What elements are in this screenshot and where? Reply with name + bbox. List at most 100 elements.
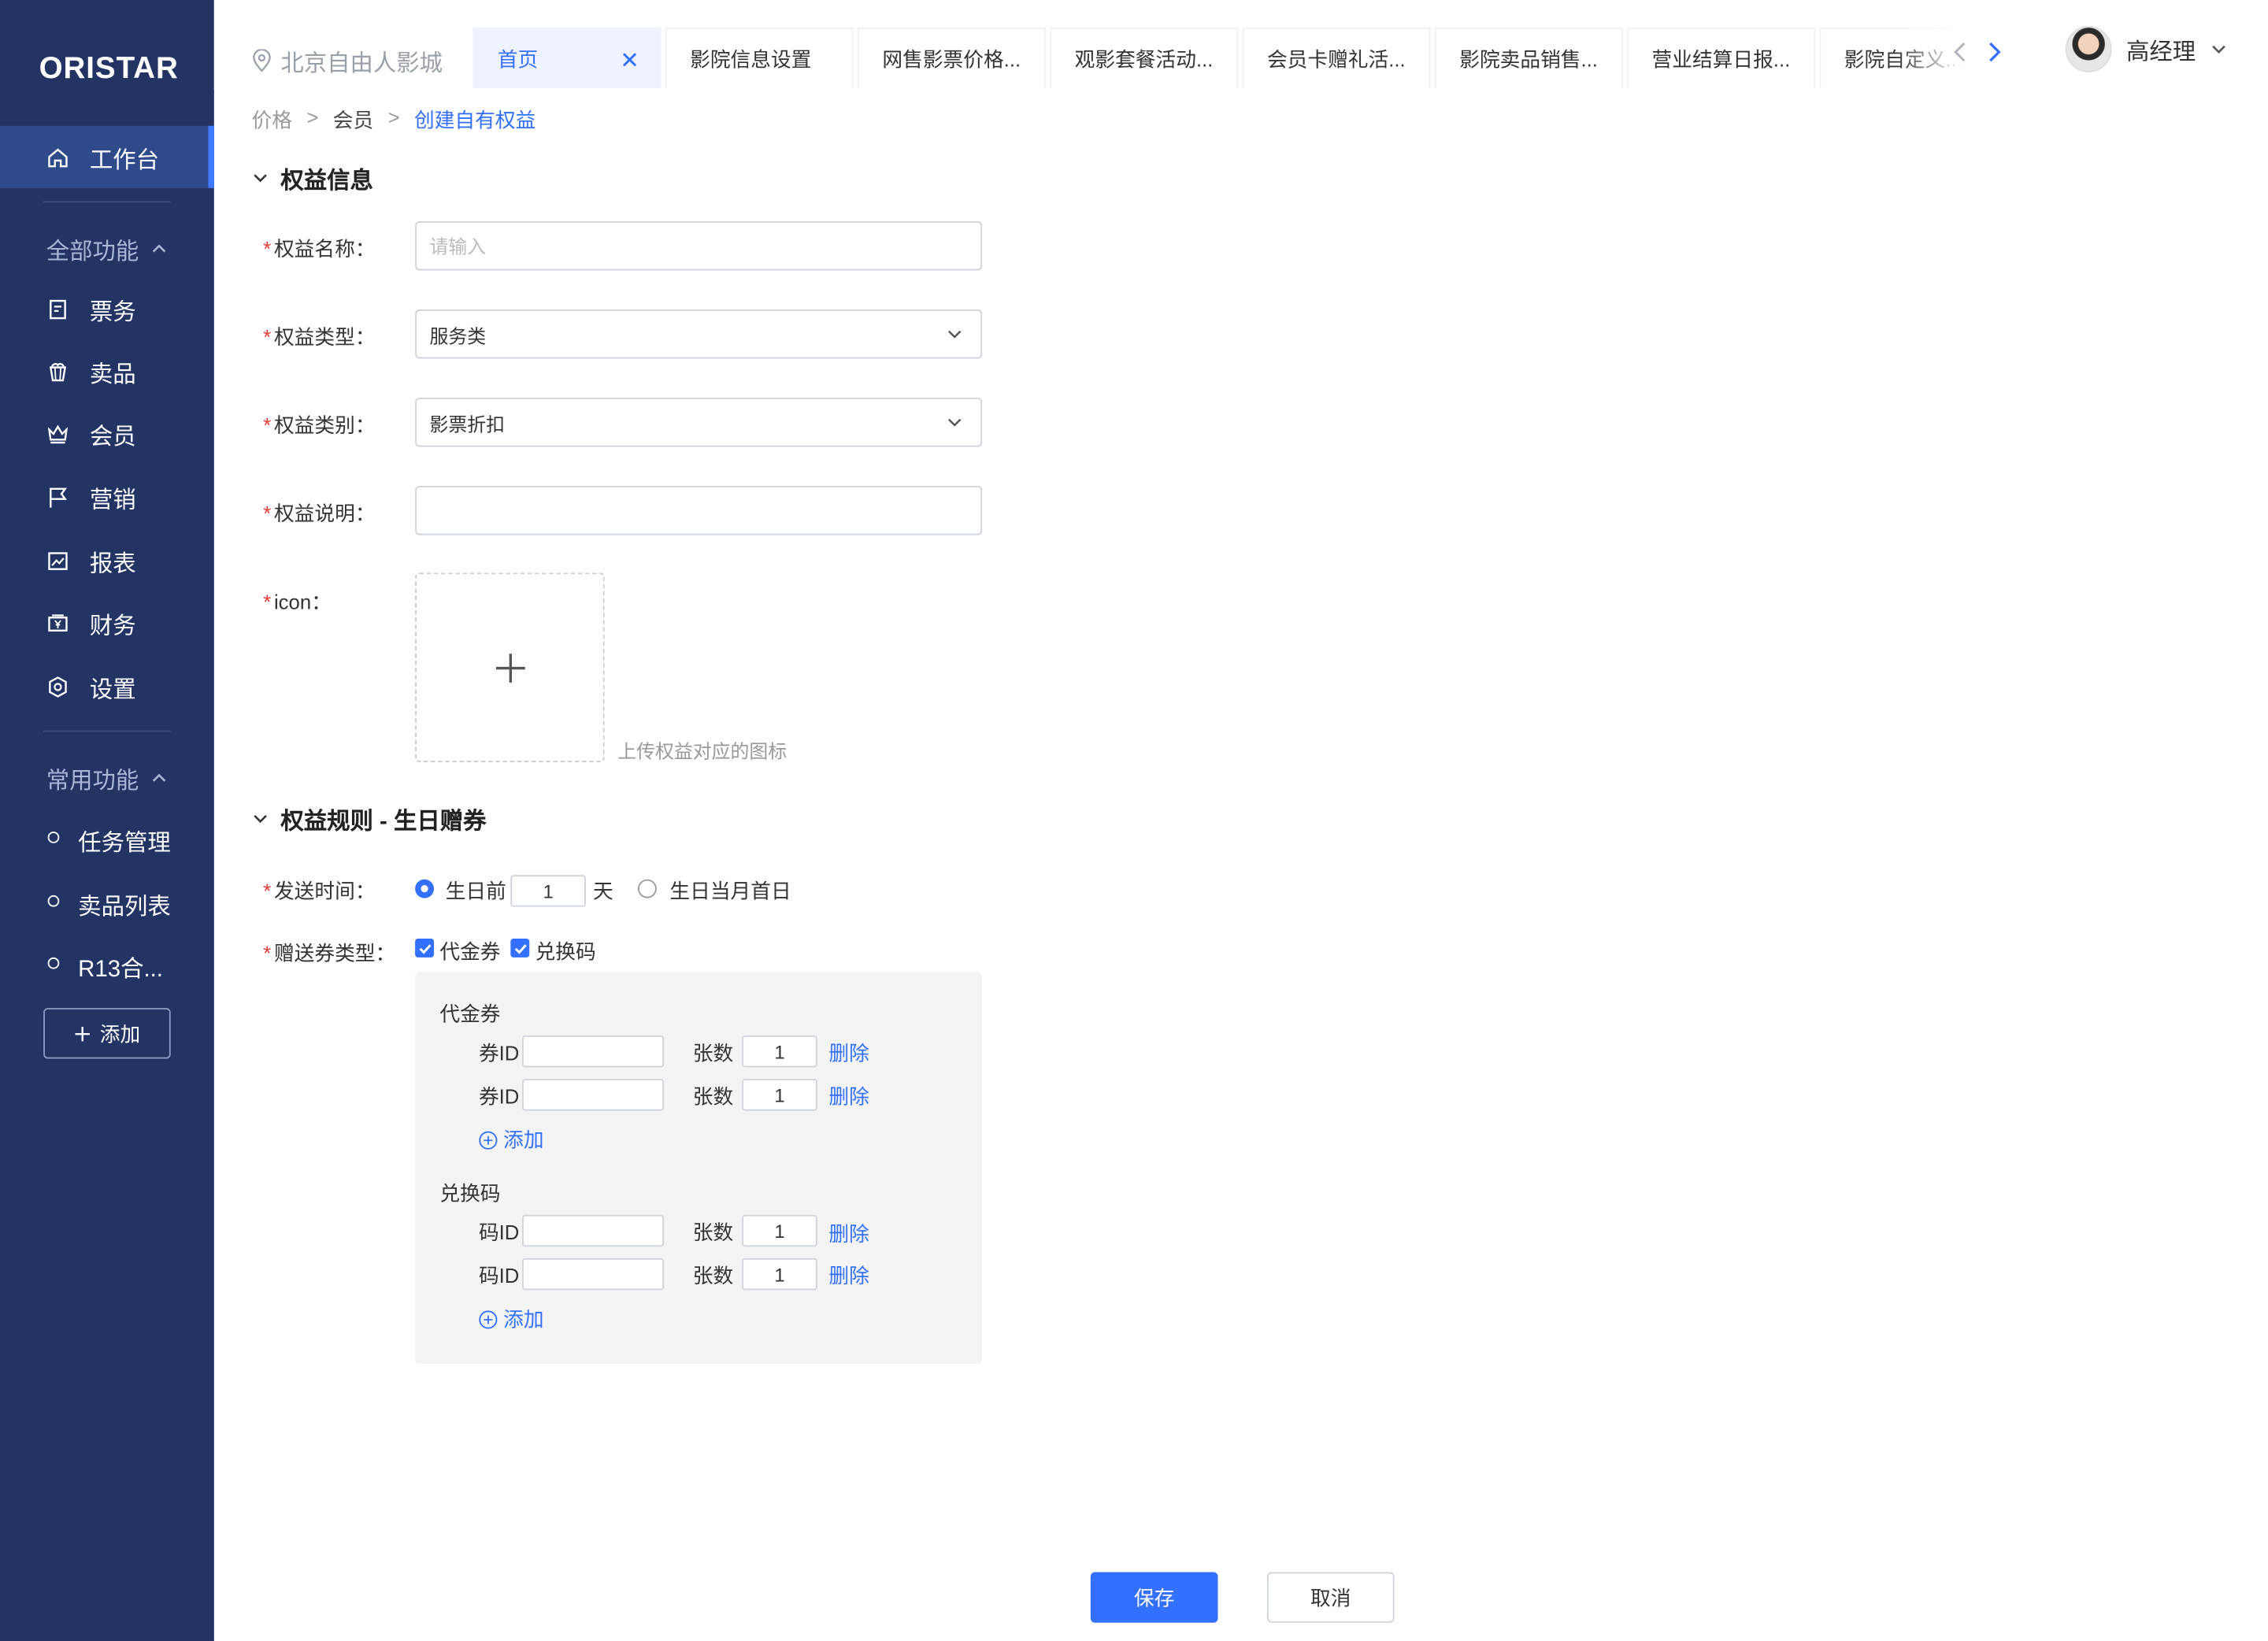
tab-cinema-info[interactable]: 影院信息设置 (665, 27, 854, 89)
voucher-option-label: 代金券 (439, 939, 501, 964)
chevron-right-icon[interactable] (1988, 40, 2002, 71)
breadcrumb-item[interactable]: 会员 (333, 106, 373, 135)
section-rules-toggle[interactable]: 权益规则 - 生日赠券 (252, 802, 487, 836)
location-pin-icon (253, 49, 271, 72)
benefit-name-input[interactable] (415, 221, 983, 271)
code-qty-label: 张数 (692, 1221, 734, 1244)
breadcrumb-current: 创建自有权益 (413, 108, 536, 132)
add-voucher-button[interactable]: 添加 (479, 1125, 544, 1154)
breadcrumb: 价格 > 会员 > 创建自有权益 (252, 106, 536, 135)
sidebar-item-settings[interactable]: 设置 (0, 661, 214, 713)
select-value: 服务类 (429, 324, 487, 346)
sidebar-item-label: 报表 (89, 552, 136, 577)
select-value: 影票折扣 (429, 413, 506, 435)
days-unit: 天 (593, 879, 613, 903)
add-favorite-button[interactable]: 添加 (43, 1008, 171, 1059)
chart-icon (46, 550, 69, 572)
tab-movie-package[interactable]: 观影套餐活动... (1050, 27, 1239, 89)
favorite-item-r13[interactable]: R13合... (78, 949, 163, 983)
first-day-label: 生日当月首日 (669, 879, 791, 903)
tab-label: 观影套餐活动... (1074, 46, 1214, 71)
sidebar-item-label: 工作台 (89, 148, 160, 173)
section-title: 权益规则 - 生日赠券 (280, 809, 487, 835)
breadcrumb-item[interactable]: 价格 (252, 106, 292, 135)
user-menu[interactable]: 高经理 (2065, 26, 2228, 72)
icon-label: * icon： (263, 590, 332, 613)
icon-upload[interactable] (415, 572, 605, 762)
sidebar-item-label: 营销 (89, 488, 136, 514)
sidebar-divider (43, 730, 171, 732)
delete-code-link[interactable]: 删除 (828, 1219, 869, 1248)
tab-daily-settlement[interactable]: 营业结算日报... (1627, 27, 1816, 89)
chevron-down-icon (948, 330, 962, 339)
close-icon[interactable]: ✕ (620, 46, 639, 76)
voucher-qty-input[interactable]: 1 (742, 1079, 817, 1111)
code-qty-input[interactable]: 1 (742, 1258, 817, 1291)
upload-hint: 上传权益对应的图标 (617, 740, 788, 762)
flag-icon (46, 486, 69, 509)
common-features-toggle[interactable]: 常用功能 (46, 761, 168, 795)
sidebar-item-label: 卖品 (89, 363, 136, 388)
sidebar-item-marketing[interactable]: 营销 (0, 472, 214, 524)
code-id-input[interactable] (522, 1258, 665, 1291)
favorite-item-task-management[interactable]: 任务管理 (78, 823, 171, 858)
voucher-qty-label: 张数 (692, 1084, 734, 1108)
favorite-item-concession-list[interactable]: 卖品列表 (78, 887, 171, 921)
delete-voucher-link[interactable]: 删除 (828, 1039, 869, 1068)
chevron-down-icon (2212, 45, 2225, 54)
sidebar-item-concessions[interactable]: 卖品 (0, 346, 214, 398)
tab-online-ticket-price[interactable]: 网售影票价格... (858, 27, 1046, 89)
oristar-logo: ORISTAR (39, 52, 179, 86)
voucher-id-input[interactable] (522, 1035, 665, 1068)
code-id-label: 码ID (478, 1221, 520, 1244)
sidebar-item-label: 设置 (89, 678, 136, 703)
cancel-button[interactable]: 取消 (1266, 1572, 1395, 1623)
voucher-qty-label: 张数 (692, 1041, 734, 1065)
code-id-input[interactable] (522, 1214, 665, 1247)
category-label: * 权益类别： (263, 413, 376, 437)
section-info-toggle[interactable]: 权益信息 (252, 161, 373, 195)
cinema-selector[interactable]: 北京自由人影城 (252, 43, 443, 78)
tab-concession-sales[interactable]: 影院卖品销售... (1435, 27, 1623, 89)
benefit-description-input[interactable] (415, 486, 983, 535)
gear-icon (46, 676, 69, 698)
common-features-label: 常用功能 (46, 769, 139, 795)
sidebar-item-finance[interactable]: 财务 (0, 598, 214, 650)
radio-first-day-of-month[interactable] (637, 879, 657, 898)
sidebar-item-workbench[interactable]: 工作台 (0, 125, 214, 188)
chevron-left-icon[interactable] (1953, 40, 1967, 71)
voucher-qty-input[interactable]: 1 (742, 1035, 817, 1068)
delete-code-link[interactable]: 删除 (828, 1261, 869, 1291)
tab-home[interactable]: 首页 ✕ (472, 27, 662, 89)
checkbox-code[interactable] (510, 939, 530, 958)
home-icon (46, 146, 69, 169)
benefit-type-select[interactable]: 服务类 (415, 309, 983, 359)
days-before-input[interactable]: 1 (510, 875, 586, 907)
add-favorite-label: 添加 (99, 1021, 141, 1046)
before-birthday-label: 生日前 (445, 879, 506, 903)
breadcrumb-separator: > (387, 106, 400, 129)
voucher-id-input[interactable] (522, 1079, 665, 1111)
tab-label: 影院信息设置 (690, 46, 812, 71)
plus-circle-icon (479, 1309, 498, 1328)
benefit-category-select[interactable]: 影票折扣 (415, 398, 983, 447)
add-voucher-label: 添加 (503, 1128, 544, 1152)
code-qty-input[interactable]: 1 (742, 1214, 817, 1247)
radio-before-birthday[interactable] (415, 879, 435, 898)
tab-member-card-gift[interactable]: 会员卡赠礼活... (1242, 27, 1431, 89)
sidebar-item-members[interactable]: 会员 (0, 408, 214, 460)
sidebar-item-ticketing[interactable]: 票务 (0, 283, 214, 335)
save-button[interactable]: 保存 (1090, 1572, 1218, 1623)
all-features-toggle[interactable]: 全部功能 (46, 232, 168, 266)
add-code-button[interactable]: 添加 (479, 1305, 544, 1334)
delete-voucher-link[interactable]: 删除 (828, 1082, 869, 1111)
add-code-label: 添加 (503, 1307, 544, 1331)
sidebar-item-label: 会员 (89, 424, 136, 450)
avatar (2065, 26, 2112, 72)
sidebar-item-reports[interactable]: 报表 (0, 535, 214, 587)
send-time-label: * 发送时间： (263, 879, 376, 903)
cinema-name: 北京自由人影城 (280, 52, 443, 77)
chevron-down-icon (948, 418, 962, 427)
checkbox-voucher[interactable] (415, 939, 435, 958)
bullet-icon (47, 957, 60, 969)
